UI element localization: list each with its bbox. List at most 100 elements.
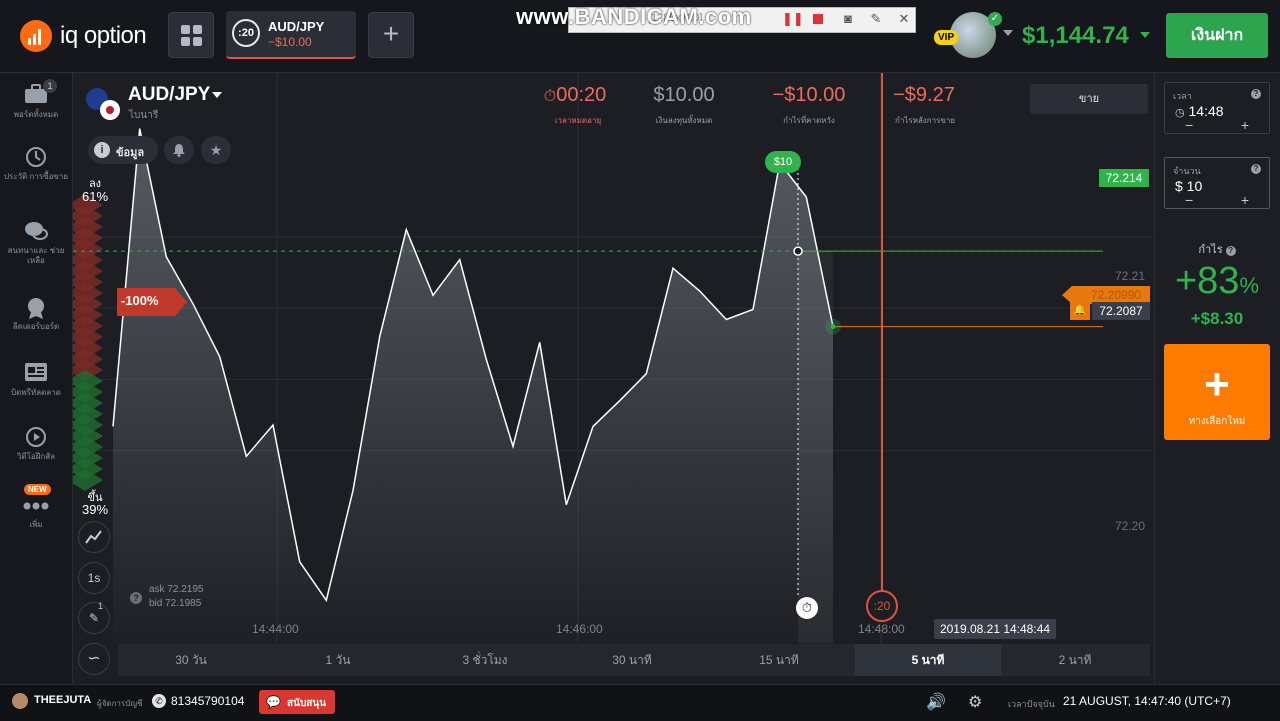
interval-button[interactable]: 1s: [78, 562, 110, 594]
clock-icon: ◷: [1175, 107, 1185, 119]
timeframe-3h[interactable]: 3 ชั่วโมง: [412, 644, 558, 676]
asset-info-button[interactable]: i ข้อมูล: [88, 136, 158, 164]
sentiment-up-percent: 39%: [81, 502, 109, 517]
favorite-star-button[interactable]: ★: [201, 136, 231, 164]
draw-tools-button[interactable]: ✎: [78, 602, 110, 634]
chat-icon: [23, 220, 49, 242]
help-icon[interactable]: ?: [130, 592, 142, 604]
info-label: ข้อมูล: [116, 147, 145, 159]
timeframe-30d[interactable]: 30 วัน: [118, 644, 264, 676]
price-chart[interactable]: [73, 73, 1153, 643]
balance-chevron-down-icon[interactable]: [1140, 32, 1150, 38]
time-axis-label: 14:48:00: [858, 622, 905, 636]
timeframe-15m[interactable]: 15 นาที: [706, 644, 852, 676]
gear-icon[interactable]: ⚙: [968, 692, 982, 712]
tab-asset-loss: −$10.00: [268, 35, 312, 49]
new-option-button[interactable]: + ทางเลือกใหม่: [1164, 344, 1270, 440]
indicators-button[interactable]: ∽: [78, 643, 110, 675]
sidebar-item-news[interactable]: บิดพรีทัลตลาด: [0, 362, 72, 398]
current-time-label: เวลาปัจจุบัน: [1008, 699, 1055, 709]
portfolio-count-badge: 1: [43, 79, 57, 93]
vip-badge: VIP: [934, 30, 959, 45]
verified-check-icon: ✓: [988, 12, 1002, 26]
manager-name[interactable]: THEEJUTA: [34, 694, 91, 706]
sidebar-item-history[interactable]: ประวัติ การซื้อขาย: [0, 146, 72, 182]
timeframe-1d[interactable]: 1 วัน: [265, 644, 411, 676]
timeframe-2m[interactable]: 2 นาที: [1002, 644, 1148, 676]
current-time: 21 AUGUST, 14:47:40 (UTC+7): [1063, 694, 1231, 708]
expiry-countdown-tag: :20: [866, 590, 898, 622]
sidebar-item-more[interactable]: เพิ่ม: [0, 494, 72, 530]
alert-bell-button[interactable]: [164, 136, 194, 164]
sound-icon[interactable]: 🔊: [926, 692, 946, 712]
manager-avatar[interactable]: [12, 693, 28, 709]
time-increase-button[interactable]: +: [1241, 117, 1249, 133]
help-icon[interactable]: ?: [1251, 89, 1261, 99]
profit-label: กำไร ?: [1164, 240, 1270, 258]
expiry-time-field[interactable]: เวลา ? ◷ 14:48 − +: [1164, 82, 1270, 134]
expiry-timer-label: เวลาหมดอายุ: [554, 116, 602, 125]
camera-icon[interactable]: ◙: [840, 11, 856, 27]
sidebar-item-label: สนทนาและ ช่วยเหลือ: [7, 246, 65, 265]
amount-decrease-button[interactable]: −: [1185, 192, 1193, 208]
asset-tab-aud-jpy[interactable]: :20 AUD/JPY −$10.00: [226, 11, 356, 59]
pencil-icon[interactable]: ✎: [868, 11, 884, 27]
history-icon: [23, 146, 49, 168]
current-price-tag: 72.2087: [1092, 302, 1150, 320]
flag-japan-icon: [100, 100, 120, 120]
recorder-watermark: www.BANDICAM.com: [516, 4, 752, 29]
new-option-label: ทางเลือกใหม่: [1188, 416, 1246, 427]
chart-type-button[interactable]: [78, 521, 110, 553]
time-decrease-button[interactable]: −: [1185, 117, 1193, 133]
entry-price-tag: 72.214: [1099, 169, 1149, 187]
sidebar-item-label: เพิ่ม: [29, 520, 43, 529]
sidebar-item-label: ลีดเดอร์บอร์ด: [12, 322, 60, 331]
sidebar-item-chat[interactable]: สนทนาและ ช่วยเหลือ: [0, 220, 72, 266]
current-point-marker: [830, 324, 836, 330]
support-button[interactable]: 💬 สนับสนุน: [259, 690, 335, 714]
manager-label: ผู้จัดการบัญชี: [97, 699, 143, 708]
sell-button[interactable]: ขาย: [1030, 84, 1148, 114]
timeframe-bar: 30 วัน 1 วัน 3 ชั่วโมง 30 นาที 15 นาที 5…: [118, 644, 1150, 676]
account-balance[interactable]: $1,144.74: [1022, 22, 1129, 50]
time-field-label: เวลา: [1173, 91, 1192, 101]
logo-text[interactable]: iq option: [60, 22, 147, 50]
deposit-button[interactable]: เงินฝาก: [1166, 13, 1268, 58]
info-icon: i: [94, 142, 110, 158]
tab-timer: :20: [232, 19, 260, 47]
leaderboard-icon: [23, 296, 49, 319]
price-alert-bell-icon[interactable]: 🔔: [1070, 302, 1090, 320]
video-icon: [23, 426, 49, 448]
sidebar-item-label: วิดีโอฝึกสัล: [16, 452, 56, 461]
amount-increase-button[interactable]: +: [1241, 192, 1249, 208]
sidebar-item-portfolio[interactable]: พอร์ตทั้งหมด: [0, 84, 72, 120]
asset-chevron-down-icon[interactable]: [212, 92, 222, 98]
timeframe-5m[interactable]: 5 นาที: [855, 644, 1001, 676]
sidebar-item-leaderboard[interactable]: ลีดเดอร์บอร์ด: [0, 296, 72, 332]
price-area-fill: [113, 128, 833, 643]
draw-tools-count: 1: [98, 601, 104, 611]
bell-icon: [173, 144, 185, 157]
stop-icon[interactable]: [810, 11, 826, 27]
price-level-label: 72.20: [1115, 519, 1146, 533]
more-icon: [23, 494, 49, 516]
time-axis-label: 14:44:00: [252, 622, 299, 636]
amount-field[interactable]: จำนวน ? $ 10 − +: [1164, 157, 1270, 209]
amount-field-label: จำนวน: [1173, 166, 1201, 176]
expected-profit-value: −$10.00: [772, 84, 846, 106]
trade-amount-tag[interactable]: $10: [765, 151, 801, 173]
bid-price: bid 72.1985: [149, 598, 202, 609]
asset-pair-title[interactable]: AUD/JPY: [128, 84, 210, 106]
support-label: สนับสนุน: [287, 698, 327, 709]
profit-percent: +83%: [1174, 260, 1260, 302]
add-tab-button[interactable]: +: [368, 12, 414, 58]
sidebar-item-video[interactable]: วิดีโอฝึกสัล: [0, 426, 72, 462]
manager-phone[interactable]: 81345790104: [171, 694, 244, 708]
timeframe-30m[interactable]: 30 นาที: [559, 644, 705, 676]
grid-menu-button[interactable]: [168, 12, 214, 58]
avatar-chevron-down-icon[interactable]: [1003, 30, 1013, 36]
pause-icon[interactable]: ❚❚: [782, 11, 804, 27]
close-icon[interactable]: ✕: [896, 11, 912, 27]
logo-bars-icon: [28, 27, 44, 45]
help-icon[interactable]: ?: [1251, 164, 1261, 174]
